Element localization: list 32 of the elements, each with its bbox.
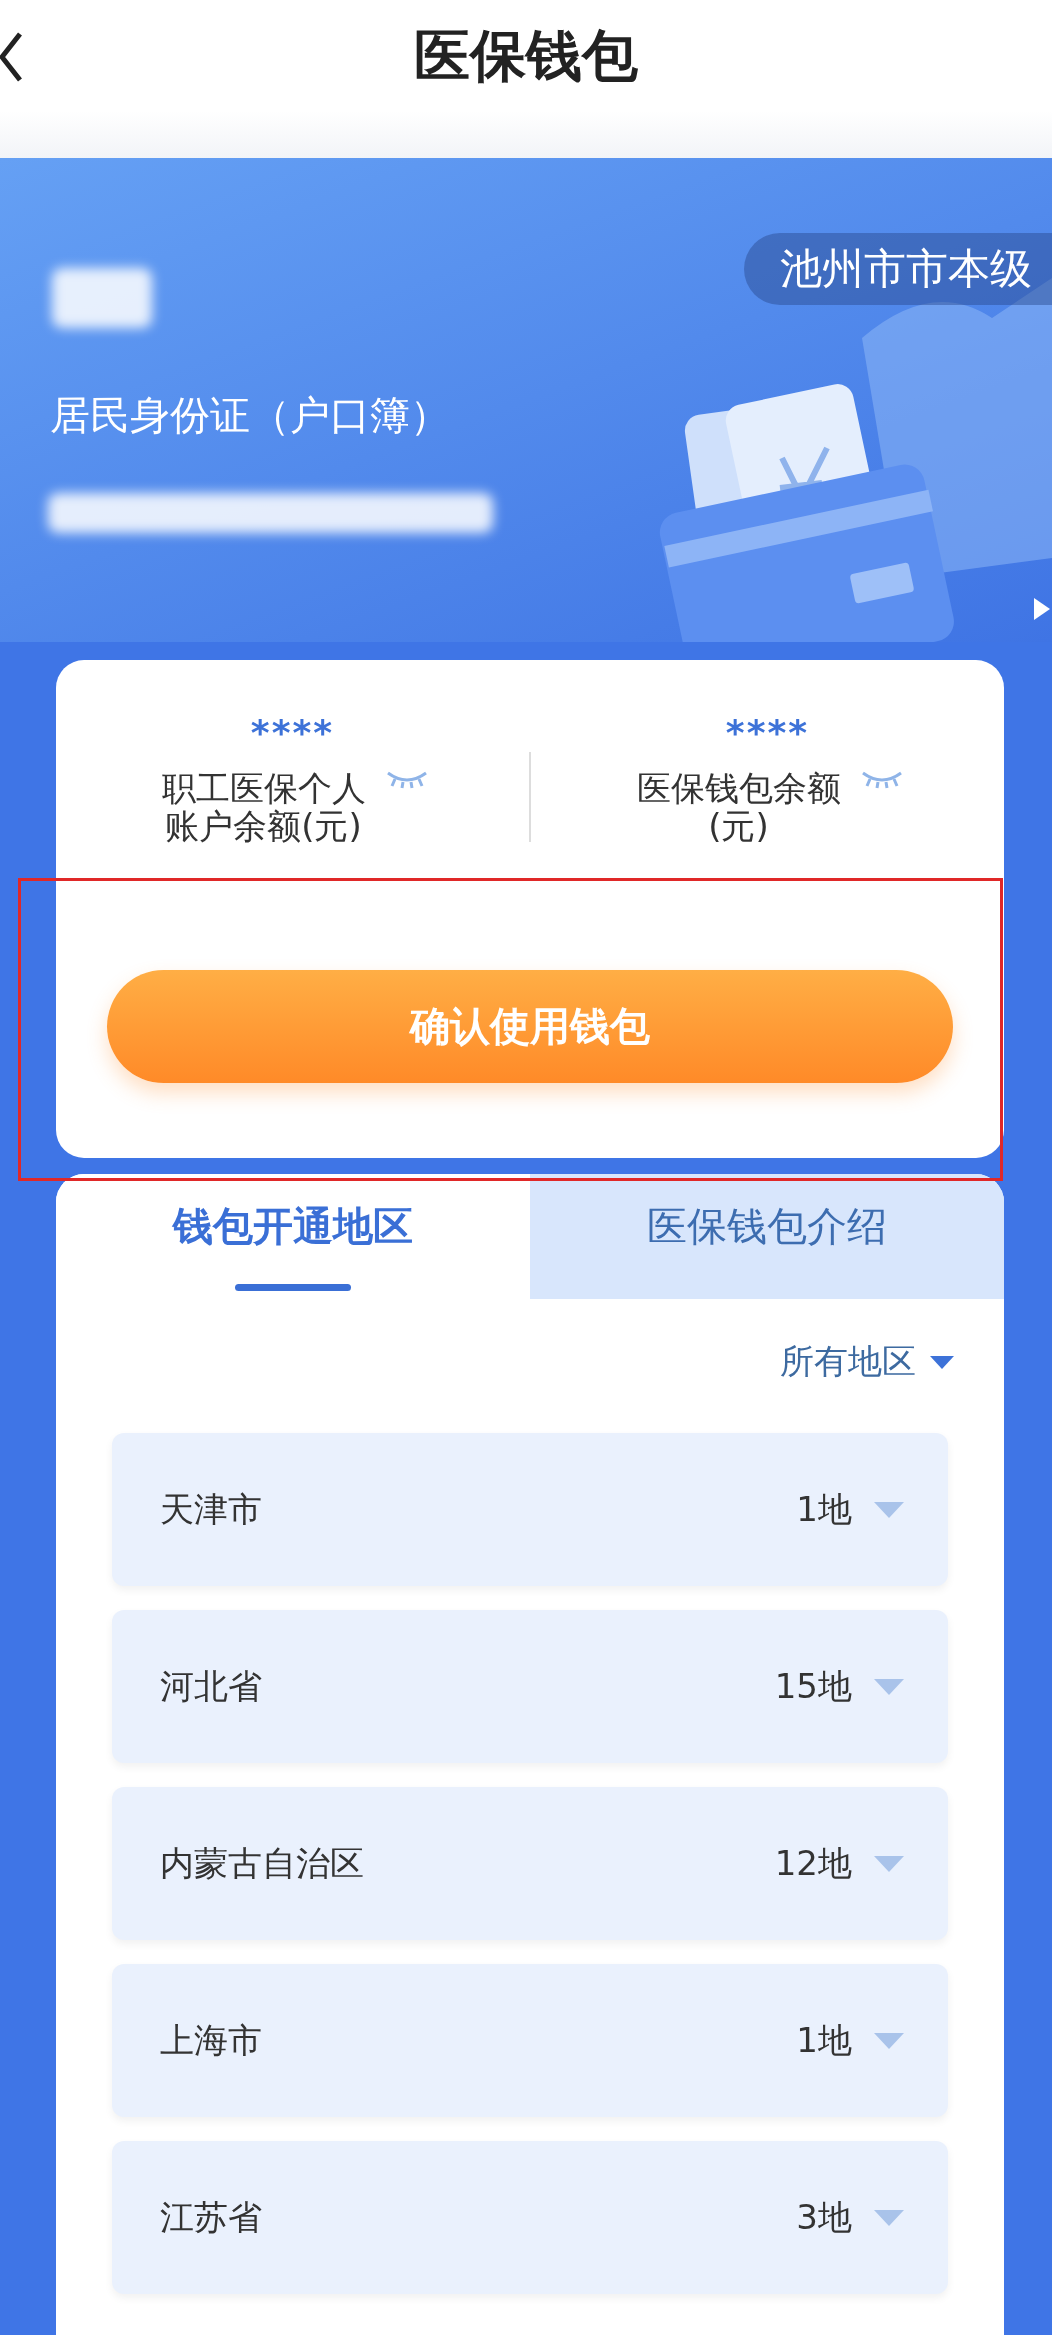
region-name: 天津市 [160,1487,263,1531]
region-row[interactable]: 内蒙古自治区 12地 [112,1787,948,1940]
region-name: 江苏省 [160,2195,263,2239]
region-count: 1地 [796,1487,852,1531]
balance-label: 医保钱包余额(元) [635,769,842,845]
balance-label: 职工医保个人账户余额(元) [160,769,367,845]
caret-icon [874,2209,904,2226]
caret-icon [874,2032,904,2049]
region-name: 上海市 [160,2018,263,2062]
region-row[interactable]: 江苏省 3地 [112,2141,948,2294]
balance-amount: **** [725,712,810,753]
balance-amount: **** [250,712,335,753]
region-count: 12地 [774,1841,852,1885]
region-row[interactable]: 天津市 1地 [112,1433,948,1586]
region-name: 河北省 [160,1664,263,1708]
caret-icon [874,1501,904,1518]
region-filter-dropdown[interactable]: 所有地区 [780,1339,954,1385]
region-count: 1地 [796,2018,852,2062]
region-row[interactable]: 上海市 1地 [112,1964,948,2117]
region-count: 15地 [774,1664,852,1708]
back-icon[interactable] [0,30,24,84]
id-type-label: 居民身份证（户口簿） [50,391,450,440]
caret-icon [930,1355,954,1369]
region-name: 内蒙古自治区 [160,1841,365,1885]
tab[interactable]: 医保钱包介绍 [530,1174,1004,1299]
caret-icon [874,1678,904,1695]
caret-icon [874,1855,904,1872]
region-count: 3地 [796,2195,852,2239]
page-title: 医保钱包 [414,22,638,90]
region-badge[interactable]: 池州市市本级 [744,233,1052,305]
region-row[interactable]: 河北省 15地 [112,1610,948,1763]
play-icon[interactable] [1032,596,1052,622]
